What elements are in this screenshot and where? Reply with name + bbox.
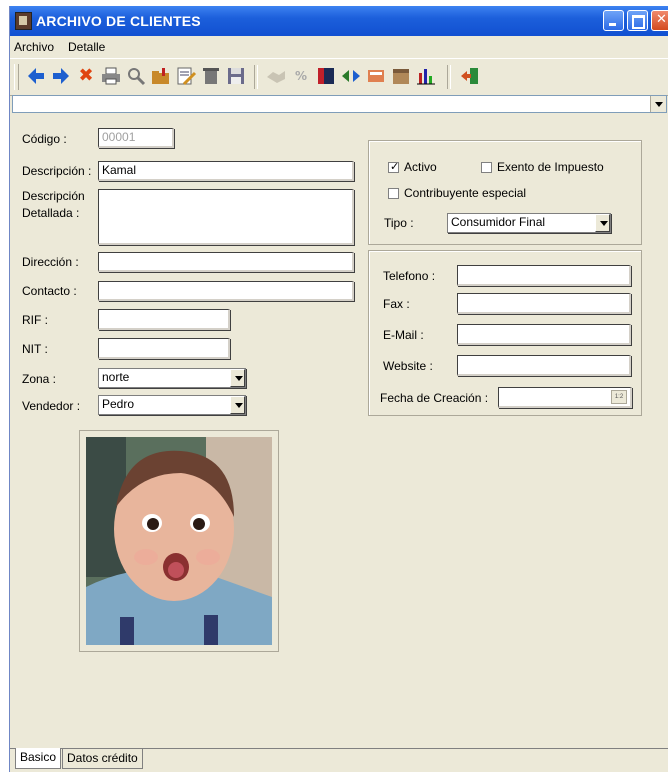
descripcion-field[interactable]: Kamal xyxy=(98,161,354,181)
minimize-button[interactable] xyxy=(603,10,624,31)
tab-basico[interactable]: Basico xyxy=(15,748,62,769)
rif-field[interactable] xyxy=(98,309,230,330)
menu-bar: Archivo Detalle xyxy=(10,36,668,56)
vendedor-select[interactable]: Pedro xyxy=(98,395,246,415)
back-arrow-icon[interactable] xyxy=(25,65,47,87)
forward-arrow-icon[interactable] xyxy=(50,65,72,87)
percent-icon[interactable]: % xyxy=(290,65,312,87)
tipo-label: Tipo : xyxy=(384,216,414,230)
tipo-value: Consumidor Final xyxy=(451,215,546,229)
app-icon xyxy=(15,12,32,30)
email-label: E-Mail : xyxy=(383,328,424,342)
window-title: ARCHIVO DE CLIENTES xyxy=(36,13,201,29)
tab-strip: Basico Datos crédito xyxy=(10,748,668,773)
tab-datos-credito[interactable]: Datos crédito xyxy=(62,749,143,769)
exento-checkbox[interactable] xyxy=(481,162,492,173)
client-photo-frame xyxy=(79,430,279,652)
handshake-icon[interactable] xyxy=(265,65,287,87)
direccion-label: Dirección : xyxy=(22,255,79,269)
folder-add-icon[interactable] xyxy=(150,65,172,87)
descripcion-detallada-field[interactable] xyxy=(98,189,354,245)
vendedor-label: Vendedor : xyxy=(22,399,81,413)
zona-select[interactable]: norte xyxy=(98,368,246,388)
activo-checkbox[interactable] xyxy=(388,160,399,173)
transfer-icon[interactable] xyxy=(340,65,362,87)
fax-field[interactable] xyxy=(457,293,631,314)
menu-archivo[interactable]: Archivo xyxy=(14,40,54,54)
contacto-field[interactable] xyxy=(98,281,354,301)
direccion-field[interactable] xyxy=(98,252,354,272)
toolbar: ✖ % xyxy=(10,58,668,96)
contribuyente-checkbox[interactable] xyxy=(388,188,399,199)
contribuyente-label: Contribuyente especial xyxy=(404,186,527,200)
activo-label: Activo xyxy=(404,160,437,174)
vendedor-value: Pedro xyxy=(102,397,135,411)
exento-label: Exento de Impuesto xyxy=(497,160,604,174)
chevron-down-icon[interactable] xyxy=(650,96,666,112)
descripcion-detallada-label-1: Descripción xyxy=(22,189,85,203)
codigo-label: Código : xyxy=(22,132,67,146)
fax-label: Fax : xyxy=(383,297,410,311)
exit-icon[interactable] xyxy=(459,65,481,87)
nit-label: NIT : xyxy=(22,342,48,356)
chevron-down-icon[interactable] xyxy=(595,214,610,232)
box-icon[interactable] xyxy=(390,65,412,87)
toolbar-separator xyxy=(447,65,451,89)
telefono-label: Telefono : xyxy=(383,269,436,283)
bar-chart-icon[interactable] xyxy=(415,65,437,87)
codigo-field[interactable]: 00001 xyxy=(98,128,174,148)
descripcion-label: Descripción : xyxy=(22,164,92,178)
toolbar-separator xyxy=(254,65,258,89)
contacto-label: Contacto : xyxy=(22,284,77,298)
edit-icon[interactable] xyxy=(175,65,197,87)
nit-field[interactable] xyxy=(98,338,230,359)
menu-detalle[interactable]: Detalle xyxy=(68,40,105,54)
save-icon[interactable] xyxy=(225,65,247,87)
fecha-creacion-field[interactable]: 1:2 xyxy=(498,387,632,408)
fecha-creacion-label: Fecha de Creación : xyxy=(380,391,489,405)
title-bar[interactable]: ARCHIVO DE CLIENTES xyxy=(10,6,668,36)
print-icon[interactable] xyxy=(100,65,122,87)
client-photo[interactable] xyxy=(86,437,272,645)
zona-value: norte xyxy=(102,370,130,384)
website-field[interactable] xyxy=(457,355,631,376)
telefono-field[interactable] xyxy=(457,265,631,286)
search-icon[interactable] xyxy=(125,65,147,87)
email-field[interactable] xyxy=(457,324,631,345)
chevron-down-icon[interactable] xyxy=(230,369,245,387)
descripcion-detallada-label-2: Detallada : xyxy=(22,206,80,220)
delete-icon[interactable]: ✖ xyxy=(75,65,97,87)
report-icon[interactable] xyxy=(315,65,337,87)
trash-icon[interactable] xyxy=(200,65,222,87)
close-button[interactable] xyxy=(651,10,668,31)
note-icon[interactable] xyxy=(365,65,387,87)
toolbar-grip[interactable] xyxy=(14,64,19,90)
record-selector[interactable] xyxy=(12,95,667,113)
maximize-button[interactable] xyxy=(627,10,648,31)
rif-label: RIF : xyxy=(22,313,48,327)
tipo-select[interactable]: Consumidor Final xyxy=(447,213,611,233)
chevron-down-icon[interactable] xyxy=(230,396,245,414)
calendar-icon[interactable]: 1:2 xyxy=(611,390,627,404)
client-archive-window: ARCHIVO DE CLIENTES Archivo Detalle ✖ xyxy=(9,6,668,772)
website-label: Website : xyxy=(383,359,433,373)
zona-label: Zona : xyxy=(22,372,57,386)
